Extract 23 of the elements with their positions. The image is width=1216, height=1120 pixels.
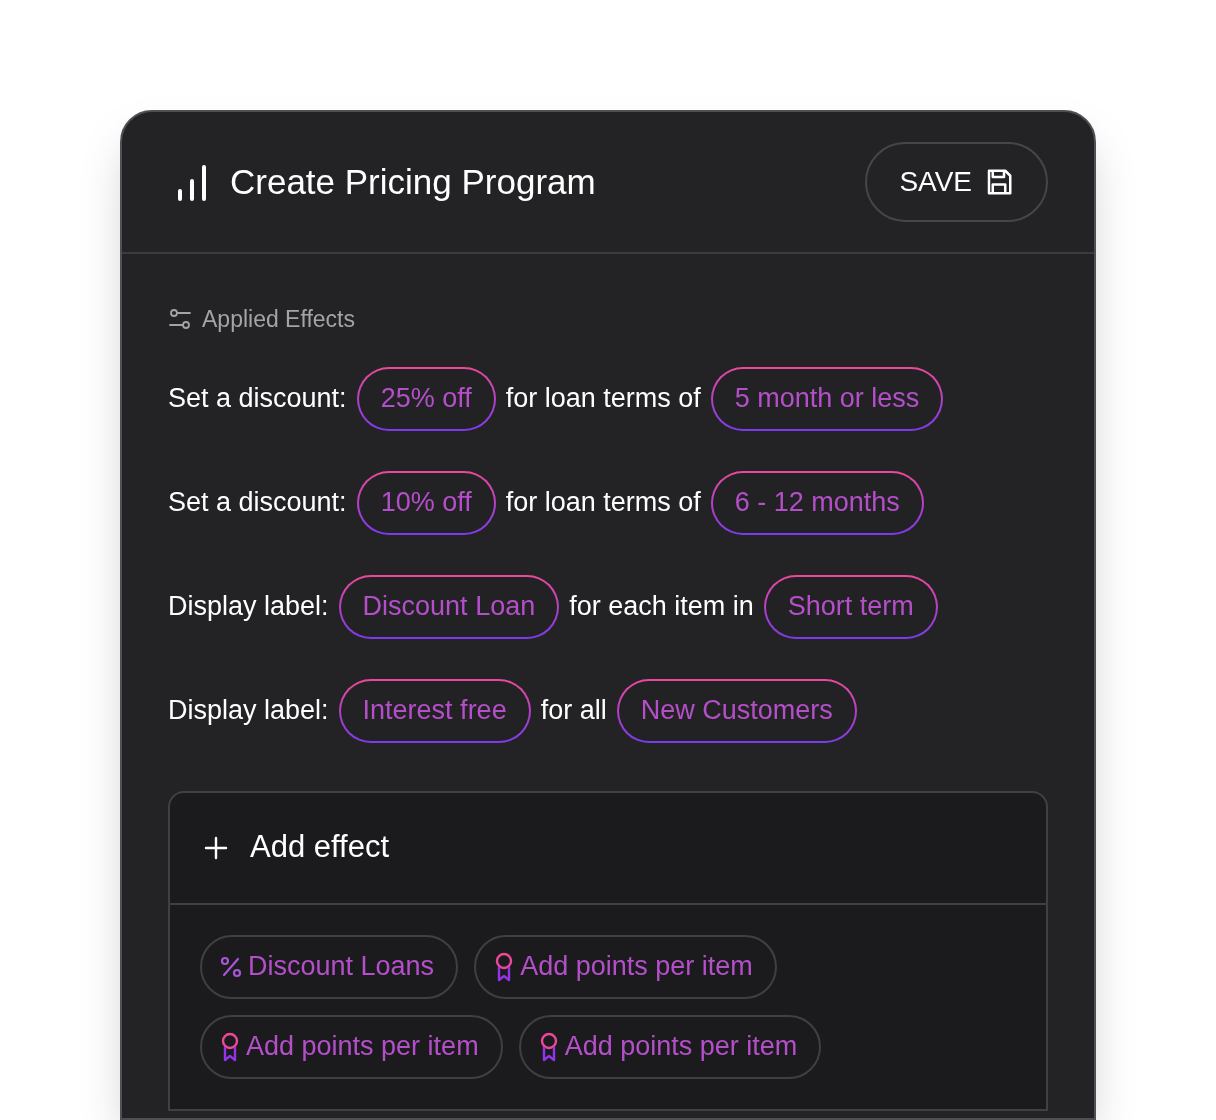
effect-option-button[interactable]: Discount Loans — [200, 934, 459, 999]
add-effect-button[interactable]: Add effect — [170, 792, 1046, 905]
percent-icon — [220, 954, 242, 979]
save-button[interactable]: SAVE — [865, 142, 1048, 222]
award-ribbon-icon — [538, 1031, 559, 1062]
effect-option-button[interactable]: Add points per item — [518, 1014, 822, 1079]
effect-text: Display label: — [168, 694, 329, 728]
effect-text: for each item in — [569, 590, 754, 624]
effect-text: for loan terms of — [505, 382, 701, 416]
effect-option-button[interactable]: Add points per item — [200, 1014, 503, 1079]
award-ribbon-icon — [220, 1031, 240, 1062]
effect-option-button[interactable]: Add points per item — [474, 934, 777, 999]
award-ribbon-icon — [494, 951, 515, 982]
window-title: Create Pricing Program — [230, 160, 596, 203]
sliders-icon — [168, 307, 192, 332]
effect-text: for all — [540, 694, 607, 728]
effect-text: Set a discount: — [168, 382, 347, 416]
section-label: Applied Effects — [202, 305, 355, 334]
effect-text: Set a discount: — [168, 486, 347, 520]
effect-text: for loan terms of — [505, 486, 701, 520]
bar-chart-icon — [176, 163, 208, 201]
plus-icon — [204, 835, 228, 860]
effect-text: Display label: — [168, 590, 329, 624]
